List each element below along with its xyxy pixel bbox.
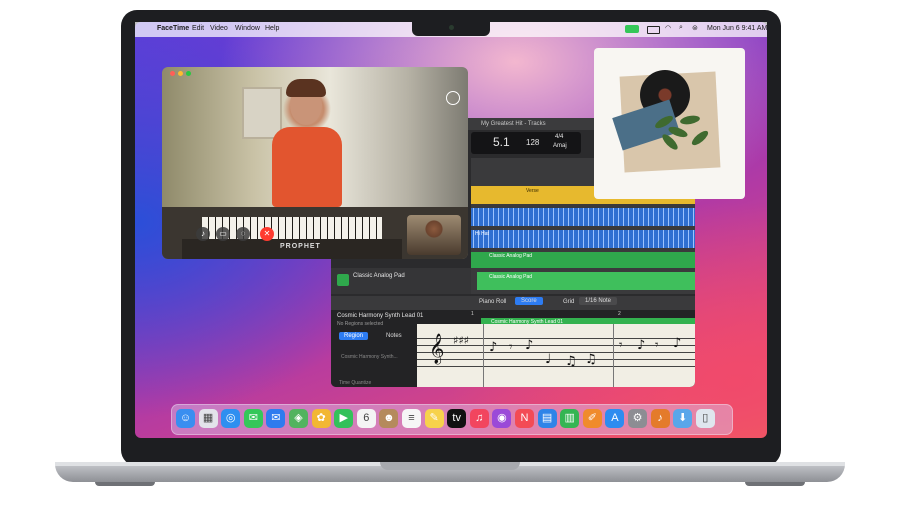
camera-icon [449,25,454,30]
tab-score[interactable]: Score [515,297,543,305]
keynote-icon[interactable]: ▤ [537,409,557,428]
laptop-foot-right [745,482,805,486]
region-pad-lower[interactable]: Classic Analog Pad [477,272,695,290]
canvas-frame [242,87,282,139]
region-pad-label: Classic Analog Pad [489,253,533,259]
music-icon[interactable]: ♫ [469,409,489,428]
score-view[interactable]: 𝄞 ♯♯♯ ♪ 𝄾 ♪ ♩ ♫ ♫ 𝄾 ♪ 𝄾 ♪ [417,324,695,387]
minimize-window-icon[interactable] [178,71,183,76]
tab-piano-roll[interactable]: Piano Roll [479,299,506,305]
tab-notes[interactable]: Notes [381,332,407,340]
menu-help[interactable]: Help [265,25,279,32]
calendar-icon[interactable]: 6 [356,409,376,428]
shareplay-icon[interactable] [446,91,460,105]
key-signature: ♯♯♯ [453,334,469,347]
mail-icon[interactable]: ✉ [266,409,286,428]
notes-icon[interactable]: ✎ [424,409,444,428]
messages-icon[interactable]: ✉ [243,409,263,428]
effects-button[interactable]: ◌ [236,227,250,241]
logic-window-title: My Greatest Hit - Tracks [481,121,546,127]
facetime-icon[interactable]: ▶ [334,409,354,428]
finder-icon[interactable]: ☺ [176,409,195,428]
garageband-icon[interactable]: ♪ [650,409,670,428]
synth-brand-text: PROPHET [280,243,321,250]
trackpad-notch [380,462,520,470]
position-readout: 5.1 [493,135,510,149]
tab-region[interactable]: Region [339,332,369,340]
facetime-status-icon[interactable] [625,25,639,33]
contacts-icon[interactable]: ☻ [379,409,399,428]
lead-track-subtitle: No Regions selected [337,321,384,327]
menu-edit[interactable]: Edit [192,25,204,32]
reminders-icon[interactable]: ≡ [402,409,421,428]
region-hihat-label: Hi Hat [475,231,489,237]
person-hair [286,79,326,97]
launchpad-icon[interactable]: ▦ [198,409,218,428]
time-quantize-label: Time Quantize [339,380,372,386]
app-store-icon[interactable]: A [605,409,625,428]
zoom-window-icon[interactable] [186,71,191,76]
maps-icon[interactable]: ◈ [289,409,308,428]
lead-track-name: Cosmic Harmony Synth Lead 01 [337,313,424,319]
grid-label: Grid [563,299,575,305]
mute-button[interactable]: ♪ [196,227,210,241]
region-verse-label: Verse [526,188,539,194]
podcasts-icon[interactable]: ◉ [492,409,512,428]
video-button[interactable]: ▭ [216,227,230,241]
ruler-bar-2: 2 [618,311,621,317]
grid-select[interactable]: 1/16 Note [579,297,618,305]
pad-track-name: Classic Analog Pad [353,273,405,279]
menu-app-name[interactable]: FaceTime [157,25,189,32]
safari-icon[interactable]: ◎ [221,409,241,428]
pad-track-header[interactable]: Classic Analog Pad [331,268,471,294]
editor-toolbar: Piano Roll Score Grid 1/16 Note [331,296,695,310]
key-readout: Amaj [553,143,567,149]
synth-track-icon [337,274,349,286]
self-view-pip[interactable] [407,215,461,255]
menu-clock[interactable]: Mon Jun 6 9:41 AM [707,25,767,32]
lcd-display: 5.1 128 4/4 Amaj [471,132,581,154]
facetime-window[interactable]: PROPHET ♪ ▭ ◌ ✕ [162,67,468,259]
region-hihat[interactable]: Hi Hat [471,230,695,248]
pages-icon[interactable]: ✐ [582,409,602,428]
person-sweater [272,127,342,207]
pad-lane: Classic Analog Pad [471,268,695,294]
region-pad-lower-label: Classic Analog Pad [489,274,533,280]
tempo-readout: 128 [526,138,540,147]
trash-icon[interactable]: ▯ [695,409,715,428]
battery-icon[interactable] [647,26,660,34]
close-window-icon[interactable] [170,71,175,76]
menu-video[interactable]: Video [210,25,228,32]
tv-icon[interactable]: tv [447,409,467,428]
wifi-icon[interactable]: ◠ [665,24,671,32]
end-call-button[interactable]: ✕ [260,227,274,241]
system-preferences-icon[interactable]: ⚙ [628,409,647,428]
news-icon[interactable]: N [515,409,534,428]
control-center-icon[interactable]: ⊜ [692,24,698,32]
treble-clef-icon: 𝄞 [429,334,445,364]
menu-window[interactable]: Window [235,25,260,32]
region-audio[interactable] [471,208,695,226]
numbers-icon[interactable]: ▥ [560,409,580,428]
time-signature-readout: 4/4 [555,134,564,140]
inspector-region-name: Cosmic Harmony Synth... [341,354,398,360]
downloads-icon[interactable]: ⬇ [673,409,693,428]
laptop-foot-left [95,482,155,486]
search-icon[interactable]: ⌕ [679,24,683,32]
ruler-bar-1: 1 [471,311,474,317]
photos-icon[interactable]: ✿ [311,409,331,428]
